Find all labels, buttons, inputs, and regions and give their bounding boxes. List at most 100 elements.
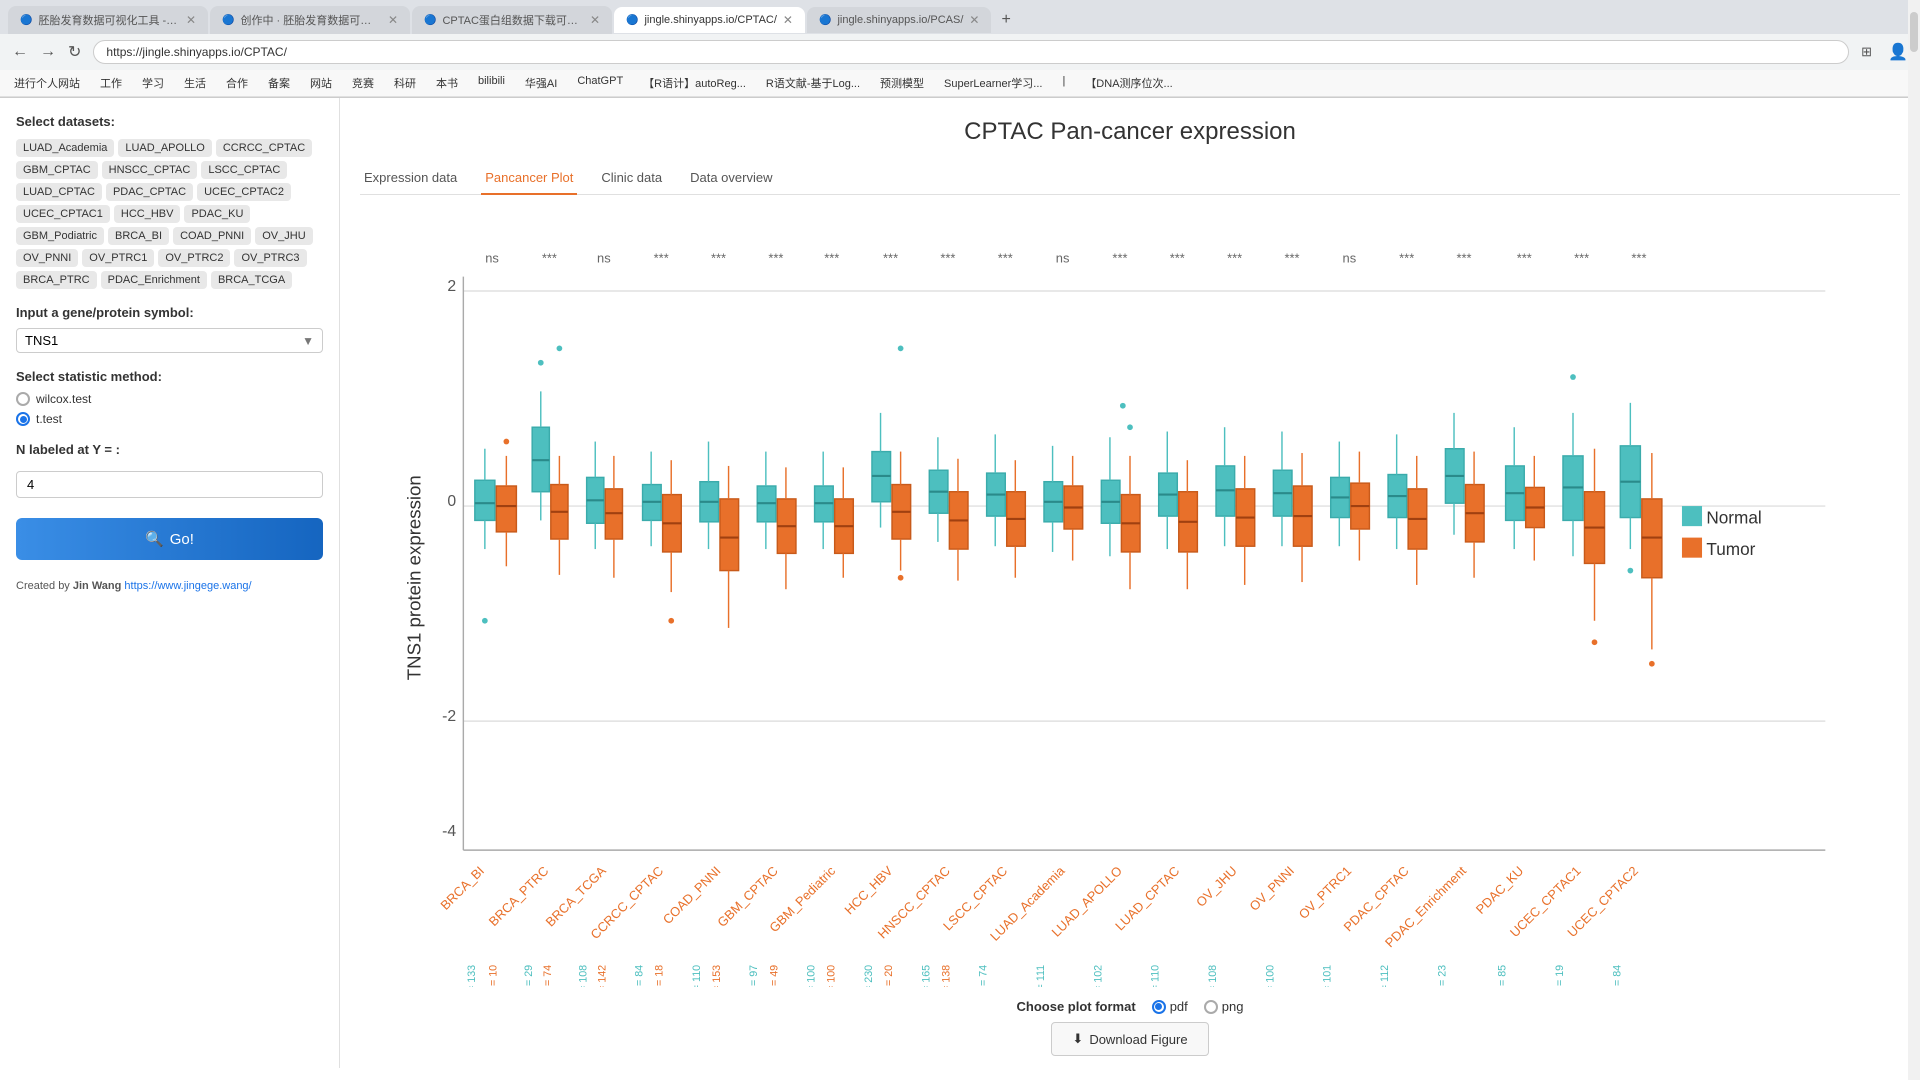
tab-overview[interactable]: Data overview	[686, 162, 776, 195]
tag-pdac-cptac[interactable]: PDAC_CPTAC	[106, 183, 193, 201]
tag-ov-pnni[interactable]: OV_PNNI	[16, 249, 78, 267]
tag-ucec-cptac1[interactable]: UCEC_CPTAC1	[16, 205, 110, 223]
bookmark-10[interactable]: 本书	[430, 73, 464, 93]
bookmark-8[interactable]: 竞赛	[346, 73, 380, 93]
bookmark-6[interactable]: 备案	[262, 73, 296, 93]
outlier-dot	[1592, 639, 1598, 645]
tag-ov-ptrc1[interactable]: OV_PTRC1	[82, 249, 154, 267]
svg-text:***: ***	[1399, 250, 1414, 265]
creator-link[interactable]: https://www.jingege.wang/	[124, 580, 251, 592]
box-brca-bi-normal: ns	[475, 250, 517, 566]
n-label-input[interactable]	[16, 471, 323, 498]
outlier-dot	[482, 618, 488, 624]
svg-text:n = 97: n = 97	[748, 965, 760, 987]
tag-coad[interactable]: COAD_PNNI	[173, 227, 251, 245]
tag-ov-jhu[interactable]: OV_JHU	[255, 227, 312, 245]
gene-input-wrapper[interactable]: ▼	[16, 328, 323, 353]
browser-tab-2[interactable]: 🔵 创作中 · 胚胎发育数据可视化... ✕	[210, 6, 410, 34]
download-button[interactable]: ⬇ Download Figure	[1051, 1022, 1208, 1056]
close-tab-3[interactable]: ✕	[590, 13, 600, 27]
bookmark-1[interactable]: 进行个人网站	[8, 73, 86, 93]
browser-tab-1[interactable]: 🔵 胚胎发育数据可视化工具 - "... ✕	[8, 6, 208, 34]
tag-luad-academia[interactable]: LUAD_Academia	[16, 139, 114, 157]
tab-expression[interactable]: Expression data	[360, 162, 461, 195]
outlier-dot	[1627, 568, 1633, 574]
extensions-button[interactable]: ⊞	[1857, 40, 1876, 64]
back-button[interactable]: ←	[8, 39, 32, 65]
bookmark-chatgpt[interactable]: ChatGPT	[571, 73, 629, 93]
tab-clinic[interactable]: Clinic data	[597, 162, 666, 195]
close-tab-4[interactable]: ✕	[783, 13, 793, 27]
bookmark-4[interactable]: 生活	[178, 73, 212, 93]
bookmark-2[interactable]: 工作	[94, 73, 128, 93]
bookmark-autoreg[interactable]: 【R语计】autoReg...	[637, 73, 752, 93]
right-scrollbar[interactable]	[1908, 98, 1920, 1068]
app-content: Select datasets: LUAD_Academia LUAD_APOL…	[0, 98, 1920, 1068]
bookmark-model[interactable]: 预测模型	[874, 73, 930, 93]
svg-text:n = 10: n = 10	[487, 965, 499, 987]
forward-button[interactable]: →	[36, 39, 60, 65]
gene-input[interactable]	[25, 333, 302, 348]
tag-ucec-cptac2[interactable]: UCEC_CPTAC2	[197, 183, 291, 201]
search-icon: 🔍	[145, 530, 164, 548]
sidebar: Select datasets: LUAD_Academia LUAD_APOL…	[0, 98, 340, 1068]
tag-ov-ptrc2[interactable]: OV_PTRC2	[158, 249, 230, 267]
dropdown-arrow-icon[interactable]: ▼	[302, 334, 314, 348]
url-input[interactable]: https://jingle.shinyapps.io/CPTAC/	[93, 40, 1849, 64]
bookmark-dna[interactable]: 【DNA测序位次...	[1079, 73, 1178, 93]
radio-png-icon[interactable]	[1204, 1000, 1218, 1014]
tag-gbm-cptac[interactable]: GBM_CPTAC	[16, 161, 98, 179]
svg-text:***: ***	[1112, 250, 1127, 265]
svg-text:PDAC_KU: PDAC_KU	[1473, 863, 1527, 917]
go-button[interactable]: 🔍 Go!	[16, 518, 323, 560]
tag-hnscc[interactable]: HNSCC_CPTAC	[102, 161, 198, 179]
bookmark-3[interactable]: 学习	[136, 73, 170, 93]
svg-text:n = 153: n = 153	[711, 965, 723, 987]
bookmark-9[interactable]: 科研	[388, 73, 422, 93]
close-tab-1[interactable]: ✕	[186, 13, 196, 27]
radio-ttest-icon[interactable]	[16, 412, 30, 426]
svg-text:n = 84: n = 84	[1611, 965, 1623, 987]
bookmark-7[interactable]: 网站	[304, 73, 338, 93]
close-tab-2[interactable]: ✕	[388, 13, 398, 27]
browser-tab-5[interactable]: 🔵 jingle.shinyapps.io/PCAS/ ✕	[807, 7, 991, 33]
box-luad-cptac: ***	[1159, 250, 1198, 589]
tag-luad-apollo[interactable]: LUAD_APOLLO	[118, 139, 211, 157]
tag-luad-cptac[interactable]: LUAD_CPTAC	[16, 183, 102, 201]
tag-pdac-enrich[interactable]: PDAC_Enrichment	[101, 271, 207, 289]
svg-text:***: ***	[654, 250, 669, 265]
bookmark-huaqiang[interactable]: 华强AI	[519, 73, 563, 93]
bookmark-bilibili[interactable]: bilibili	[472, 73, 511, 93]
radio-wilcox-icon[interactable]	[16, 392, 30, 406]
tag-hcc-hbv[interactable]: HCC_HBV	[114, 205, 181, 223]
stat-wilcox[interactable]: wilcox.test	[16, 392, 323, 406]
format-png[interactable]: png	[1204, 999, 1244, 1014]
tag-brca-tcga[interactable]: BRCA_TCGA	[211, 271, 292, 289]
close-tab-5[interactable]: ✕	[969, 13, 979, 27]
format-pdf[interactable]: pdf	[1152, 999, 1188, 1014]
tag-pdac-ku[interactable]: PDAC_KU	[184, 205, 250, 223]
bookmark-5[interactable]: 合作	[220, 73, 254, 93]
box-pdac-cptac: ***	[1388, 250, 1427, 585]
bookmark-log[interactable]: R语文献-基于Log...	[760, 73, 866, 93]
new-tab-button[interactable]: +	[993, 7, 1018, 33]
reload-button[interactable]: ↻	[64, 38, 85, 66]
stat-ttest[interactable]: t.test	[16, 412, 323, 426]
browser-tab-3[interactable]: 🔵 CPTAC蛋白组数据下载可视化... ✕	[412, 6, 612, 34]
tag-brca-bi[interactable]: BRCA_BI	[108, 227, 169, 245]
radio-pdf-icon[interactable]	[1152, 1000, 1166, 1014]
tag-ov-ptrc3[interactable]: OV_PTRC3	[234, 249, 306, 267]
bookmark-superlearner[interactable]: SuperLearner学习...	[938, 73, 1048, 93]
tag-gbm-pod[interactable]: GBM_Podiatric	[16, 227, 104, 245]
svg-text:n = 110: n = 110	[691, 965, 703, 987]
tag-ccrcc[interactable]: CCRCC_CPTAC	[216, 139, 312, 157]
svg-text:***: ***	[1170, 250, 1185, 265]
tag-lscc[interactable]: LSCC_CPTAC	[201, 161, 287, 179]
plot-format-row: Choose plot format pdf png	[1017, 999, 1244, 1014]
browser-chrome: 🔵 胚胎发育数据可视化工具 - "... ✕ 🔵 创作中 · 胚胎发育数据可视化…	[0, 0, 1920, 98]
browser-tab-4[interactable]: 🔵 jingle.shinyapps.io/CPTAC/ ✕	[614, 7, 805, 33]
main-content: CPTAC Pan-cancer expression Expression d…	[340, 98, 1920, 1068]
tab-pancancer[interactable]: Pancancer Plot	[481, 162, 577, 195]
svg-text:n = 108: n = 108	[1207, 965, 1219, 987]
tag-brca-ptrc[interactable]: BRCA_PTRC	[16, 271, 97, 289]
